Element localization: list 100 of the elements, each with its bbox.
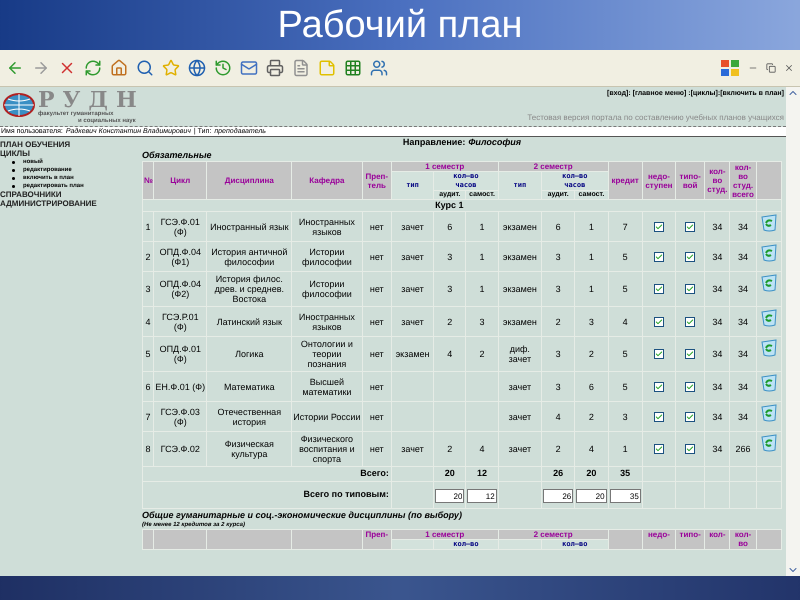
input-field[interactable]: 35	[610, 489, 641, 503]
bullet-icon	[12, 176, 15, 180]
checkbox[interactable]	[654, 284, 664, 294]
checkbox[interactable]	[654, 252, 664, 262]
table-cell: 34	[704, 306, 730, 336]
sidebar-item[interactable]: СПРАВОЧНИКИ	[0, 190, 142, 199]
site-logo: РУДН	[38, 89, 145, 111]
recycle-bin-icon[interactable]	[758, 213, 779, 233]
table-cell: нет	[362, 242, 392, 272]
column-header: типо- вой	[676, 162, 705, 200]
grid-icon[interactable]	[344, 59, 362, 77]
checkbox[interactable]	[685, 316, 696, 326]
table-cell: 5	[608, 372, 642, 402]
column-header: 1 семестр	[391, 162, 498, 172]
column-header: 2 семестр	[498, 162, 608, 172]
table-cell: ГСЭ.Ф.03 (Ф)	[154, 402, 207, 432]
printer-icon[interactable]	[266, 59, 284, 77]
table-cell: Истории философии	[292, 272, 362, 306]
table-cell: 3	[142, 272, 154, 306]
table-cell: 2	[574, 402, 608, 432]
column-header: 2 семестр	[498, 529, 608, 539]
recycle-bin-icon[interactable]	[758, 433, 779, 453]
recycle-bin-icon[interactable]	[758, 338, 779, 358]
restore-icon[interactable]	[766, 63, 776, 73]
checkbox[interactable]	[654, 444, 664, 454]
checkbox[interactable]	[685, 412, 696, 422]
sidebar-item[interactable]: АДМИНИСТРИРОВАНИЕ	[0, 199, 142, 208]
recycle-bin-icon[interactable]	[758, 243, 779, 263]
recycle-bin-icon[interactable]	[758, 373, 779, 393]
table-cell: 4	[466, 432, 498, 466]
table-cell: экзамен	[498, 212, 542, 242]
table-cell: 1	[608, 432, 642, 466]
home-icon[interactable]	[110, 59, 128, 77]
sidebar-item[interactable]: ЦИКЛЫ	[0, 149, 142, 158]
recycle-bin-icon[interactable]	[758, 273, 779, 293]
table-cell: Отечественная история	[206, 402, 292, 432]
table-cell: зачет	[498, 372, 542, 402]
table-cell: История античной философии	[206, 242, 292, 272]
star-icon[interactable]	[162, 59, 180, 77]
table-cell: диф. зачет	[498, 336, 542, 372]
recycle-bin-icon[interactable]	[758, 403, 779, 423]
table-cell: 5	[608, 272, 642, 306]
table-cell: ЕН.Ф.01 (Ф)	[154, 372, 207, 402]
table-cell: 34	[704, 402, 730, 432]
table-cell: 266	[730, 432, 756, 466]
total-value: 20	[574, 466, 608, 481]
users-icon[interactable]	[370, 59, 388, 77]
globe-icon[interactable]	[188, 59, 206, 77]
table-cell: 3	[542, 272, 575, 306]
total-value: 20	[434, 466, 466, 481]
close-icon[interactable]	[784, 63, 794, 73]
column-header: кол-	[704, 529, 730, 549]
table-cell: зачет	[391, 306, 434, 336]
direction-label: Направление:	[402, 137, 466, 148]
checkbox[interactable]	[685, 252, 696, 262]
sidebar-item[interactable]: ПЛАН ОБУЧЕНИЯ	[0, 140, 142, 149]
input-field[interactable]: 12	[467, 489, 497, 503]
recycle-bin-icon[interactable]	[758, 308, 779, 328]
document-icon[interactable]	[292, 59, 310, 77]
column-header: кол-во	[730, 529, 756, 549]
checkbox[interactable]	[685, 444, 696, 454]
scrollbar[interactable]	[786, 87, 800, 576]
windows-logo-icon	[720, 59, 740, 77]
mail-icon[interactable]	[240, 59, 258, 77]
checkbox[interactable]	[685, 284, 696, 294]
table-cell: 4	[542, 402, 575, 432]
column-header: 1 семестр	[391, 529, 498, 539]
checkbox[interactable]	[654, 316, 664, 326]
table-cell: 34	[704, 212, 730, 242]
table-cell: Истории России	[292, 402, 362, 432]
input-field[interactable]: 26	[543, 489, 574, 503]
column-header: кредит	[608, 162, 642, 200]
input-field[interactable]: 20	[435, 489, 464, 503]
table-cell: 1	[466, 272, 498, 306]
table-cell: 1	[466, 212, 498, 242]
table-cell: зачет	[391, 432, 434, 466]
slide-title: Рабочий план	[278, 3, 522, 47]
table-cell: экзамен	[498, 242, 542, 272]
back-icon[interactable]	[6, 59, 24, 77]
table-cell: 7	[608, 212, 642, 242]
table-cell: 3	[434, 272, 466, 306]
checkbox[interactable]	[685, 222, 696, 232]
search-icon[interactable]	[136, 59, 154, 77]
table-cell: Иностранных языков	[292, 306, 362, 336]
history-icon[interactable]	[214, 59, 232, 77]
checkbox[interactable]	[685, 349, 696, 359]
direction-value: Философия	[468, 137, 522, 148]
table-cell: 34	[704, 242, 730, 272]
totals-label: Всего:	[142, 466, 392, 481]
checkbox[interactable]	[654, 349, 664, 359]
checkbox[interactable]	[654, 412, 664, 422]
checkbox[interactable]	[654, 222, 664, 232]
table-cell: ОПД.Ф.04 (Ф2)	[154, 272, 207, 306]
checkbox[interactable]	[654, 382, 664, 392]
table-cell: 2	[542, 306, 575, 336]
input-field[interactable]: 20	[576, 489, 607, 503]
refresh-icon[interactable]	[84, 59, 102, 77]
table-cell: 34	[730, 272, 756, 306]
table-cell: 6	[142, 372, 154, 402]
checkbox[interactable]	[685, 382, 696, 392]
